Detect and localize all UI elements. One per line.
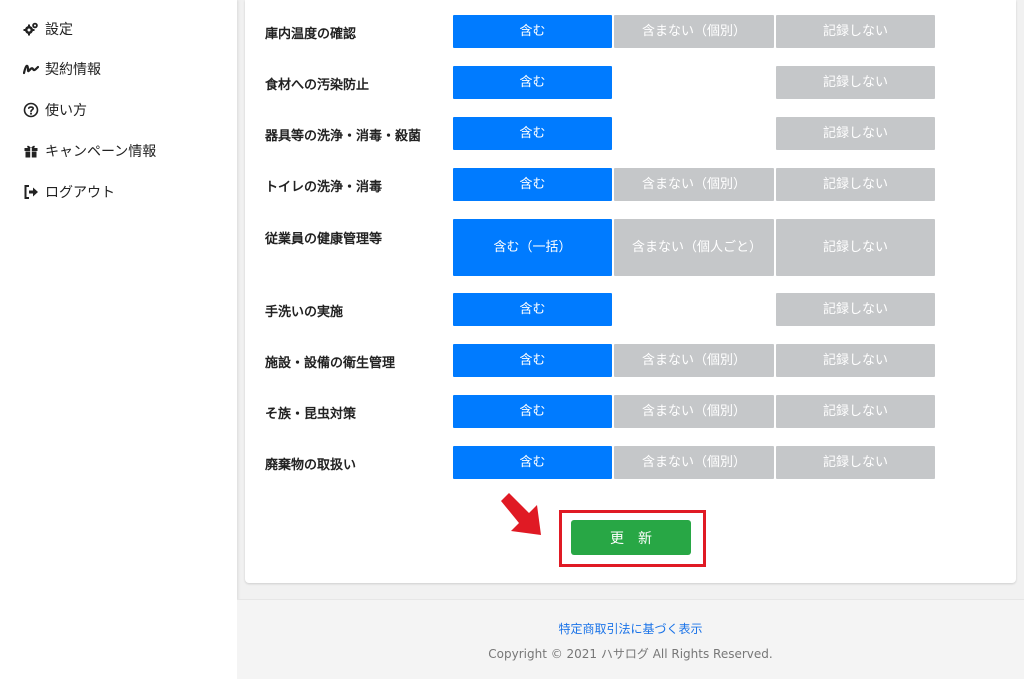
gears-icon [22, 20, 40, 38]
row-label: 食材への汚染防止 [265, 78, 370, 93]
row-label: 庫内温度の確認 [265, 27, 357, 42]
row-label: 施設・設備の衛生管理 [265, 356, 396, 371]
question-circle-icon [22, 101, 40, 119]
main-area: 庫内温度の確認 含む 含まない（個別） 記録しない 食材への汚染防止 含む 記録… [237, 0, 1024, 679]
row-label: 廃棄物の取扱い [265, 458, 357, 473]
include-option[interactable]: 含む [453, 168, 612, 201]
sidebar: 設定 契約情報 使い方 キャンペーン情報 ログアウト [0, 0, 237, 679]
commercial-law-link[interactable]: 特定商取引法に基づく表示 [237, 620, 1024, 637]
include-option[interactable]: 含む [453, 293, 612, 326]
sidebar-item-logout[interactable]: ログアウト [22, 181, 115, 203]
exclude-option[interactable]: 含まない（個別） [614, 344, 774, 377]
row-label: 器具等の洗浄・消毒・殺菌 [265, 129, 422, 144]
update-button[interactable]: 更 新 [571, 520, 691, 555]
no-record-option[interactable]: 記録しない [776, 117, 935, 150]
sidebar-item-label: 契約情報 [45, 62, 101, 78]
no-record-option[interactable]: 記録しない [776, 293, 935, 326]
gift-icon [22, 142, 40, 160]
row-label: 従業員の健康管理等 [265, 232, 383, 247]
sidebar-item-label: 使い方 [45, 103, 87, 119]
no-record-option[interactable]: 記録しない [776, 15, 935, 48]
sidebar-item-howto[interactable]: 使い方 [22, 99, 87, 121]
include-option[interactable]: 含む [453, 117, 612, 150]
no-record-option[interactable]: 記録しない [776, 395, 935, 428]
exclude-option[interactable]: 含まない（個別） [614, 168, 774, 201]
sidebar-item-contract[interactable]: 契約情報 [22, 58, 101, 80]
exclude-option[interactable]: 含まない（個人ごと） [614, 219, 774, 276]
include-option[interactable]: 含む [453, 15, 612, 48]
signature-icon [22, 60, 40, 78]
row-label: トイレの洗浄・消毒 [265, 180, 383, 195]
exclude-option[interactable]: 含まない（個別） [614, 395, 774, 428]
no-record-option[interactable]: 記録しない [776, 446, 935, 479]
include-option[interactable]: 含む [453, 395, 612, 428]
include-option[interactable]: 含む [453, 66, 612, 99]
include-option[interactable]: 含む（一括） [453, 219, 612, 276]
no-record-option[interactable]: 記録しない [776, 168, 935, 201]
sidebar-item-campaign[interactable]: キャンペーン情報 [22, 140, 156, 162]
include-option[interactable]: 含む [453, 344, 612, 377]
sidebar-item-settings[interactable]: 設定 [22, 18, 73, 40]
sign-out-icon [22, 183, 40, 201]
row-label: そ族・昆虫対策 [265, 407, 357, 422]
sidebar-item-label: キャンペーン情報 [45, 144, 157, 160]
no-record-option[interactable]: 記録しない [776, 344, 935, 377]
no-record-option[interactable]: 記録しない [776, 66, 935, 99]
exclude-option[interactable]: 含まない（個別） [614, 15, 774, 48]
include-option[interactable]: 含む [453, 446, 612, 479]
row-label: 手洗いの実施 [265, 305, 344, 320]
exclude-option[interactable]: 含まない（個別） [614, 446, 774, 479]
sidebar-item-label: 設定 [45, 22, 73, 38]
annotation-arrow-icon [499, 491, 547, 539]
no-record-option[interactable]: 記録しない [776, 219, 935, 276]
copyright-text: Copyright © 2021 ハサログ All Rights Reserve… [488, 647, 773, 661]
sidebar-item-label: ログアウト [45, 185, 115, 201]
footer: 特定商取引法に基づく表示 Copyright © 2021 ハサログ All R… [237, 599, 1024, 679]
settings-card: 庫内温度の確認 含む 含まない（個別） 記録しない 食材への汚染防止 含む 記録… [245, 0, 1016, 583]
